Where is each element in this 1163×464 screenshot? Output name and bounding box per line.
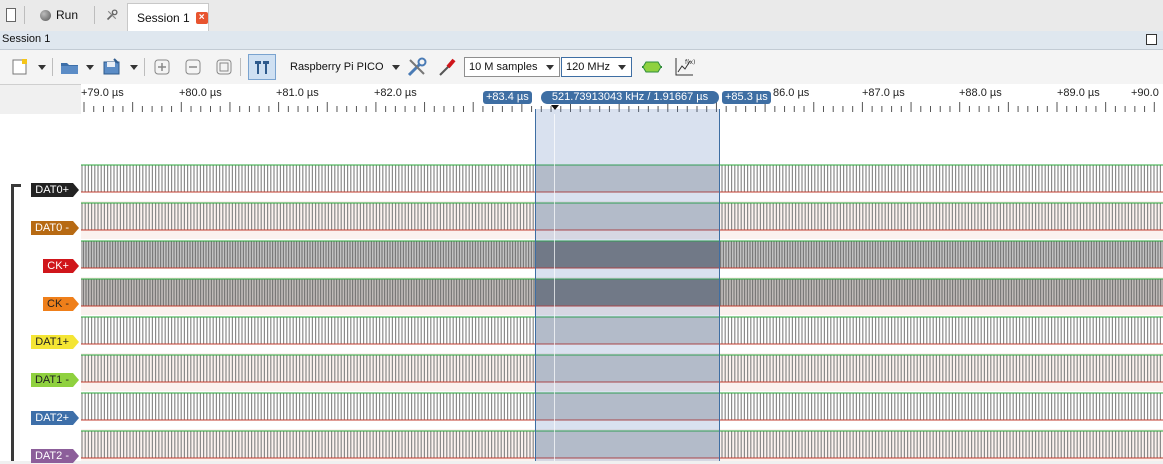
tab-session-1[interactable]: Session 1 × <box>127 3 209 31</box>
device-config-button[interactable] <box>406 56 428 78</box>
probe-button[interactable] <box>436 56 458 78</box>
tab-bar: Run Session 1 × <box>0 0 1163 32</box>
new-session-button[interactable] <box>9 56 31 78</box>
channel-label-2[interactable]: CK+ <box>0 259 79 273</box>
channel-label-4[interactable]: DAT1+ <box>0 335 79 349</box>
ruler-tick-label: +87.0 µs <box>862 87 905 99</box>
samples-value: 10 M samples <box>469 61 538 73</box>
channel-name: CK - <box>43 297 73 311</box>
run-icon <box>40 9 51 21</box>
separator <box>52 58 53 76</box>
channel-name: DAT2+ <box>31 411 73 425</box>
ruler-tick-label: +88.0 µs <box>959 87 1002 99</box>
channel-name: CK+ <box>43 259 73 273</box>
channel-arrow-icon <box>73 335 79 349</box>
channel-name: DAT0 - <box>30 221 73 235</box>
save-icon <box>103 58 120 75</box>
chevron-down-icon <box>618 65 626 70</box>
samplerate-select[interactable]: 120 MHz <box>561 57 632 77</box>
cursor-b-marker[interactable]: +85.3 µs <box>722 91 771 104</box>
toolbar: Raspberry Pi PICO 10 M samples 120 MHz f… <box>0 50 1163 85</box>
math-function-icon: f(x) <box>675 58 695 76</box>
probe-icon <box>439 58 456 76</box>
channel-name: DAT0+ <box>31 183 73 197</box>
new-document-icon <box>12 59 27 75</box>
new-session-dropdown[interactable] <box>38 65 46 70</box>
decoder-button[interactable] <box>641 56 663 78</box>
zoom-out-icon <box>185 59 201 75</box>
open-button[interactable] <box>59 56 81 78</box>
cursor-selection-region[interactable] <box>535 109 720 461</box>
ruler-tick-label: +82.0 µs <box>374 87 417 99</box>
run-label: Run <box>55 8 78 22</box>
device-label: Raspberry Pi PICO <box>290 61 384 73</box>
measurement-badge: 521.73913043 kHz / 1.91667 µs <box>541 91 719 104</box>
channel-label-0[interactable]: DAT0+ <box>0 183 79 197</box>
channel-name: DAT1 - <box>30 373 73 387</box>
session-title: Session 1 <box>2 33 51 45</box>
device-dropdown[interactable] <box>392 65 400 70</box>
ruler-tick-label: +81.0 µs <box>276 87 319 99</box>
cursor-a-label: +83.4 µs <box>486 91 529 103</box>
folder-icon <box>61 63 78 74</box>
math-button[interactable]: f(x) <box>673 56 695 78</box>
cursors-toggle-button[interactable] <box>248 54 276 80</box>
panel-toggle-button[interactable] <box>0 4 22 26</box>
channel-arrow-icon <box>73 373 79 387</box>
tools-button[interactable] <box>100 4 124 26</box>
channel-labels: DAT0+ DAT0 - CK+ CK - DAT1+ DAT1 - DAT2+ DAT2 - <box>0 114 81 463</box>
samples-select[interactable]: 10 M samples <box>464 57 560 77</box>
zoom-fit-button[interactable] <box>213 56 235 78</box>
wrench-icon <box>106 9 118 21</box>
cursor-a-marker[interactable]: +83.4 µs <box>483 91 532 104</box>
separator <box>24 6 25 24</box>
chevron-down-icon <box>392 65 400 70</box>
panel-icon <box>6 8 16 22</box>
channel-name: DAT1+ <box>31 335 73 349</box>
channel-arrow-icon <box>73 411 79 425</box>
channel-label-1[interactable]: DAT0 - <box>0 221 79 235</box>
measurement-label: 521.73913043 kHz / 1.91667 µs <box>551 91 709 103</box>
run-button[interactable]: Run <box>34 4 84 26</box>
session-tab-label: Session 1 <box>137 10 190 25</box>
channel-arrow-icon <box>73 297 79 311</box>
cursors-icon <box>255 61 269 74</box>
chevron-down-icon <box>130 65 138 70</box>
ruler-tick-label: +79.0 µs <box>81 87 124 99</box>
separator <box>144 58 145 76</box>
zoom-in-button[interactable] <box>151 56 173 78</box>
tools-icon <box>407 57 427 77</box>
trigger-line <box>554 114 555 461</box>
restore-window-icon[interactable] <box>1146 34 1157 45</box>
channel-label-6[interactable]: DAT2+ <box>0 411 79 425</box>
zoom-in-icon <box>154 59 170 75</box>
separator <box>94 6 95 24</box>
ruler-tick-label: +80.0 µs <box>179 87 222 99</box>
zoom-out-button[interactable] <box>182 56 204 78</box>
save-button[interactable] <box>101 56 123 78</box>
samplerate-value: 120 MHz <box>566 61 611 73</box>
svg-text:f(x): f(x) <box>685 59 695 66</box>
open-dropdown[interactable] <box>86 65 94 70</box>
ruler-tick-label: 86.0 µs <box>773 87 810 99</box>
ruler-tick-label: +89.0 µs <box>1057 87 1100 99</box>
decoder-icon <box>642 61 662 73</box>
chevron-down-icon <box>86 65 94 70</box>
channel-arrow-icon <box>73 259 79 273</box>
channel-label-5[interactable]: DAT1 - <box>0 373 79 387</box>
ruler-tick-label: +90.0 <box>1131 87 1159 99</box>
chevron-down-icon <box>546 65 554 70</box>
cursor-b-label: +85.3 µs <box>725 91 768 103</box>
chevron-down-icon <box>38 65 46 70</box>
session-header: Session 1 <box>0 31 1163 50</box>
close-icon[interactable]: × <box>195 11 208 24</box>
separator <box>240 58 241 76</box>
channel-arrow-icon <box>73 183 79 197</box>
save-dropdown[interactable] <box>130 65 138 70</box>
zoom-fit-icon <box>216 59 232 75</box>
channel-arrow-icon <box>73 221 79 235</box>
channel-label-3[interactable]: CK - <box>0 297 79 311</box>
